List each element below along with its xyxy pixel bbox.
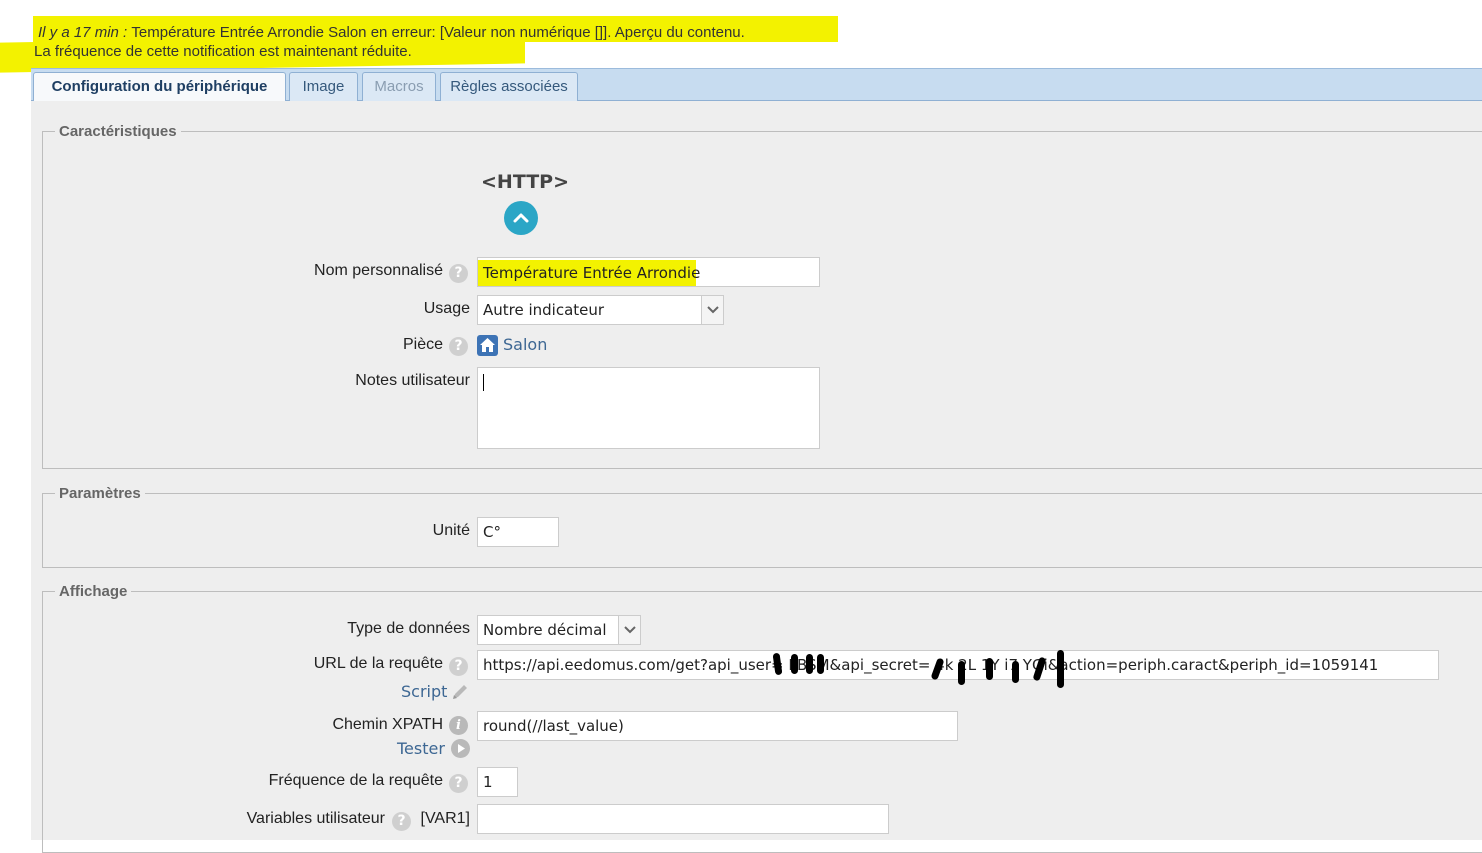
collapse-button[interactable] [504, 201, 538, 235]
url-label: URL de la requête [313, 655, 443, 672]
chevron-down-icon [707, 306, 719, 314]
type-donnees-label: Type de données [347, 620, 470, 637]
type-donnees-select[interactable]: Nombre décimal [477, 615, 641, 645]
piece-label: Pièce [402, 336, 443, 353]
tab-regles-associees[interactable]: Règles associées [440, 72, 578, 101]
dropdown-arrow [618, 616, 640, 644]
tab-configuration[interactable]: Configuration du périphérique [33, 72, 286, 102]
nom-label: Nom personnalisé [314, 262, 443, 279]
frequence-label: Fréquence de la requête [268, 772, 443, 789]
notification-message: Température Entrée Arrondie Salon en err… [131, 24, 745, 41]
caracteristiques-legend: Caractéristiques [59, 123, 177, 140]
device-type-label: <HTTP> [481, 171, 570, 193]
chevron-up-icon [513, 213, 529, 223]
config-panel: Caractéristiques <HTTP> Nom personnalisé… [31, 101, 1482, 853]
error-notification: Il y a 17 min : Température Entrée Arron… [0, 12, 860, 73]
nom-input[interactable]: Température Entrée Arrondie [477, 257, 820, 287]
play-icon[interactable] [451, 739, 470, 758]
notes-label: Notes utilisateur [355, 372, 470, 389]
parametres-legend: Paramètres [59, 485, 141, 502]
usage-select[interactable]: Autre indicateur [477, 295, 724, 325]
usage-value: Autre indicateur [483, 301, 605, 319]
info-icon[interactable]: i [449, 716, 468, 735]
redaction-mark [958, 661, 965, 685]
var1-label: [VAR1] [420, 810, 471, 827]
redaction-mark [1012, 661, 1019, 683]
help-icon[interactable]: ? [449, 774, 468, 793]
help-icon[interactable]: ? [449, 337, 468, 356]
tab-bar: Configuration du périphérique Image Macr… [31, 68, 1482, 102]
url-value: https://api.eedomus.com/get?api_user= FB… [483, 656, 1379, 674]
tab-macros[interactable]: Macros [362, 72, 436, 101]
unite-value: C° [483, 523, 501, 541]
tab-image[interactable]: Image [289, 72, 358, 101]
xpath-label: Chemin XPATH [332, 716, 443, 733]
pencil-icon[interactable] [450, 682, 470, 706]
redaction-mark [986, 658, 993, 680]
parametres-group: Paramètres [42, 485, 1482, 568]
chevron-down-icon [624, 626, 636, 634]
redaction-mark [791, 654, 798, 674]
notification-separator: : [118, 24, 132, 41]
unite-label: Unité [432, 522, 470, 539]
usage-label: Usage [423, 300, 470, 317]
dropdown-arrow [701, 296, 723, 324]
redaction-mark [806, 654, 813, 674]
nom-value: Température Entrée Arrondie [483, 264, 701, 282]
affichage-legend: Affichage [59, 583, 128, 600]
notification-line-2: La fréquence de cette notification est m… [34, 43, 412, 60]
help-icon[interactable]: ? [449, 264, 468, 283]
xpath-value: round(//last_value) [483, 717, 624, 735]
frequence-input[interactable]: 1 [477, 767, 518, 797]
redaction-mark [1057, 650, 1064, 688]
notification-line-1: Il y a 17 min : Température Entrée Arron… [38, 24, 745, 41]
help-icon[interactable]: ? [449, 657, 468, 676]
redaction-mark [817, 654, 824, 674]
tester-link[interactable]: Tester [397, 739, 445, 758]
type-donnees-value: Nombre décimal [483, 621, 607, 639]
script-link[interactable]: Script [401, 682, 447, 701]
xpath-input[interactable]: round(//last_value) [477, 711, 958, 741]
variables-label: Variables utilisateur [246, 810, 385, 827]
text-cursor [483, 374, 484, 391]
var1-input[interactable] [477, 804, 889, 834]
piece-link[interactable]: Salon [503, 335, 547, 354]
help-icon[interactable]: ? [392, 812, 411, 831]
unite-input[interactable]: C° [477, 517, 559, 547]
frequence-value: 1 [483, 773, 493, 791]
notes-textarea[interactable] [477, 367, 820, 449]
notification-time: Il y a 17 min [38, 24, 119, 41]
home-icon [477, 335, 498, 356]
